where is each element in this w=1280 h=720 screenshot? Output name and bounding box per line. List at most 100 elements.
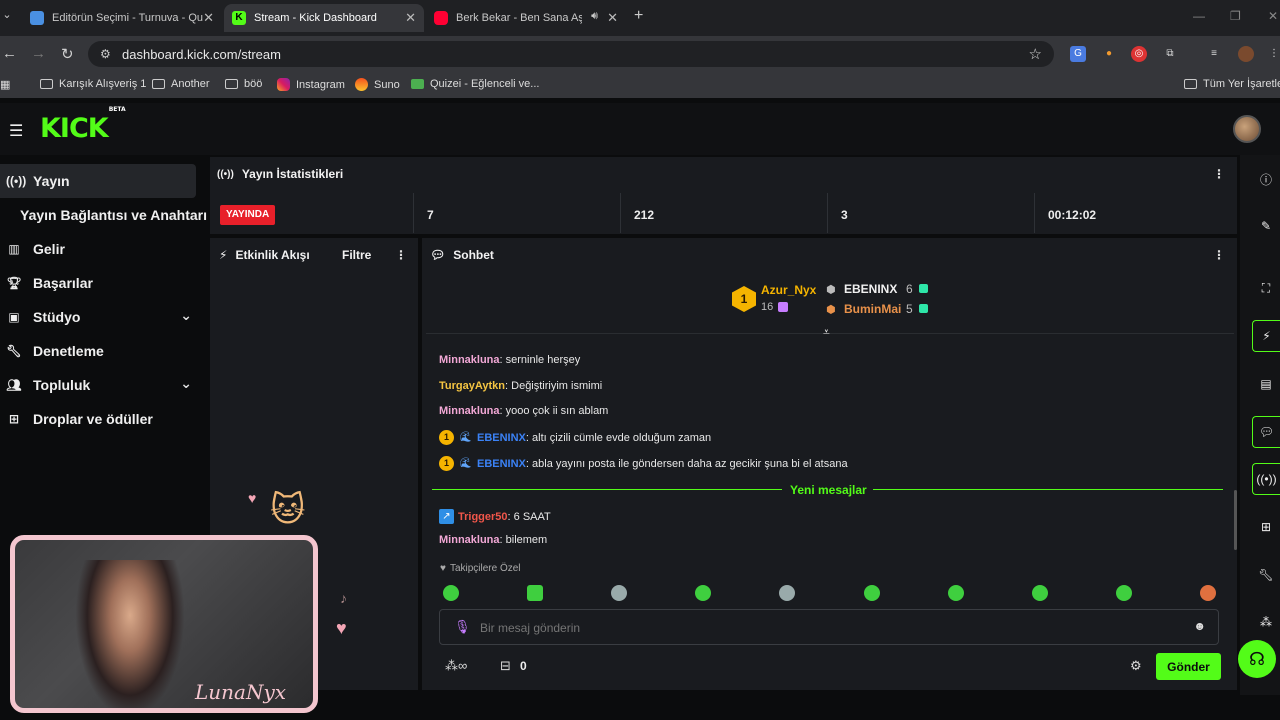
emote-icon[interactable] xyxy=(1116,585,1132,601)
new-tab-icon[interactable]: + xyxy=(634,7,643,25)
close-icon[interactable]: ✕ xyxy=(203,10,214,26)
chat-bubble-icon[interactable]: 💬︎ xyxy=(1252,416,1280,448)
activity-menu-icon[interactable]: ⋮ xyxy=(395,248,407,262)
chat-bubble-icon: 💬︎ xyxy=(430,248,446,262)
browser-menu-icon[interactable]: ⋮ xyxy=(1266,46,1280,62)
leader-name[interactable]: Azur_Nyx xyxy=(761,283,816,297)
studio-icon: ▣ xyxy=(8,310,20,324)
emoji-picker-icon[interactable]: ☻ xyxy=(1193,619,1206,633)
emote-icon[interactable] xyxy=(864,585,880,601)
tab-title: Editörün Seçimi - Turnuva - Qu xyxy=(52,12,204,24)
emote-icon[interactable] xyxy=(1200,585,1216,601)
chat-username[interactable]: Minnakluna xyxy=(439,354,500,366)
chat-settings-gear-icon[interactable]: ⚙ xyxy=(1130,658,1142,674)
microphone-icon[interactable]: 🎙︎ xyxy=(454,619,471,635)
chat-menu-icon[interactable]: ⋮ xyxy=(1213,248,1225,262)
bookmark-item[interactable]: Quizei - Eğlenceli ve... xyxy=(411,78,539,90)
stats-menu-icon[interactable]: ⋮ xyxy=(1213,167,1225,181)
second-name[interactable]: EBENINX xyxy=(844,282,897,296)
bookmark-item[interactable]: Another xyxy=(152,78,210,90)
sidebar-item-yayin[interactable]: ((•)) Yayın xyxy=(0,164,196,198)
stat-subs: 3 xyxy=(841,208,848,222)
music-note-icon: ♪ xyxy=(340,590,347,606)
third-name[interactable]: BuminMai xyxy=(844,302,901,316)
support-headset-icon[interactable]: ☊ xyxy=(1238,640,1276,678)
emote-icon[interactable] xyxy=(443,585,459,601)
sidebar-item-studyo[interactable]: ▣ Stüdyo ⌄ xyxy=(0,300,196,334)
emote-icon[interactable] xyxy=(611,585,627,601)
bookmark-item[interactable]: Karışık Alışveriş 1 xyxy=(40,78,146,90)
apps-grid-icon[interactable]: ▦ xyxy=(0,78,10,91)
emote-icon[interactable] xyxy=(779,585,795,601)
minimize-icon[interactable]: — xyxy=(1193,9,1205,23)
focus-icon[interactable]: ⛶ xyxy=(1252,272,1280,304)
extensions-puzzle-icon[interactable]: ⧉ xyxy=(1162,46,1178,62)
reload-icon[interactable]: ↻ xyxy=(61,45,74,63)
heart-icon: ♥ xyxy=(248,490,257,506)
site-info-icon[interactable]: ⚙ xyxy=(100,47,111,61)
sidebar-item-stream-key[interactable]: Yayın Bağlantısı ve Anahtarı xyxy=(0,198,208,232)
bookmark-item[interactable]: Instagram xyxy=(277,78,345,91)
gift-icon: ⊞ xyxy=(8,412,20,426)
store-icon[interactable]: ⊟ xyxy=(500,658,511,674)
info-icon[interactable]: ⓘ xyxy=(1252,163,1280,195)
extension-icon[interactable]: ◎ xyxy=(1131,46,1147,62)
sidebar-item-gelir[interactable]: ▥ Gelir xyxy=(0,232,196,266)
sidebar-item-droplar[interactable]: ⊞ Droplar ve ödüller xyxy=(0,402,196,436)
back-icon[interactable]: ← xyxy=(2,45,17,62)
media-control-icon[interactable]: ≡ xyxy=(1206,46,1222,62)
maximize-icon[interactable]: ❐ xyxy=(1230,9,1241,23)
emote-icon[interactable] xyxy=(695,585,711,601)
edit-pencil-icon[interactable]: ✎ xyxy=(1252,210,1280,242)
bookmark-item[interactable]: Suno xyxy=(355,78,400,91)
filter-button[interactable]: Filtre xyxy=(342,248,371,262)
browser-tab-active[interactable]: K Stream - Kick Dashboard ✕ xyxy=(224,4,424,32)
url-bar[interactable]: ⚙ dashboard.kick.com/stream ☆ xyxy=(88,41,1054,67)
hamburger-menu-icon[interactable]: ☰ xyxy=(9,121,23,141)
notes-icon[interactable]: ▤ xyxy=(1252,368,1280,400)
chat-username[interactable]: Minnakluna xyxy=(439,405,500,417)
close-icon[interactable]: ✕ xyxy=(405,10,416,26)
chevron-down-icon[interactable]: ⌄ xyxy=(180,375,192,392)
bookmark-star-icon[interactable]: ☆ xyxy=(1029,45,1042,63)
speaker-icon[interactable]: 🔊︎ xyxy=(591,10,598,23)
divider xyxy=(432,489,782,490)
emote-icon[interactable] xyxy=(948,585,964,601)
profile-avatar-icon[interactable] xyxy=(1238,46,1254,62)
nodes-icon[interactable]: ⁂ xyxy=(1252,606,1280,638)
sidebar-item-basarilar[interactable]: 🏆︎ Başarılar xyxy=(0,266,196,300)
chat-username[interactable]: Trigger50 xyxy=(458,511,508,523)
layout-icon[interactable]: ⊞ xyxy=(1252,511,1280,543)
browser-tab[interactable]: Editörün Seçimi - Turnuva - Qu ✕ xyxy=(22,4,222,32)
chat-username[interactable]: EBENINX xyxy=(477,432,526,444)
emote-icon[interactable] xyxy=(1032,585,1048,601)
lightning-icon[interactable]: ⚡︎ xyxy=(1252,320,1280,352)
chat-username[interactable]: TurgayAytkn xyxy=(439,380,505,392)
browser-tab[interactable]: Berk Bekar - Ben Sana Aşık 🔊︎ ✕ xyxy=(426,4,626,32)
sidebar-item-denetleme[interactable]: 🔧︎ Denetleme xyxy=(0,334,196,368)
emote-icon[interactable] xyxy=(527,585,543,601)
translate-extension-icon[interactable]: G xyxy=(1070,46,1086,62)
close-icon[interactable]: ✕ xyxy=(607,10,618,26)
chat-message-input[interactable] xyxy=(480,618,1180,638)
all-bookmarks[interactable]: Tüm Yer İşaretleri xyxy=(1184,78,1280,90)
send-button[interactable]: Gönder xyxy=(1156,653,1221,680)
extension-icon[interactable]: ● xyxy=(1101,46,1117,62)
wrench-icon[interactable]: 🔧︎ xyxy=(1252,559,1280,591)
chevron-down-icon[interactable]: ⌄ xyxy=(180,307,192,324)
kick-logo[interactable]: KICKBETA xyxy=(40,106,126,144)
sidebar-item-topluluk[interactable]: 👥︎ Topluluk ⌄ xyxy=(0,368,196,402)
new-messages-label: Yeni mesajlar xyxy=(790,483,867,497)
divider xyxy=(873,489,1223,490)
tab-search-icon[interactable]: ⌄ xyxy=(0,8,14,21)
chat-scrollbar[interactable] xyxy=(1234,490,1237,550)
collapse-leaderboard-icon[interactable]: ⩡ xyxy=(823,325,830,340)
chat-username[interactable]: EBENINX xyxy=(477,458,526,470)
close-window-icon[interactable]: ✕ xyxy=(1268,9,1278,23)
bookmark-item[interactable]: böö xyxy=(225,78,262,90)
user-avatar[interactable] xyxy=(1233,115,1261,143)
broadcast-icon[interactable]: ((•)) xyxy=(1252,463,1280,495)
chat-username[interactable]: Minnakluna xyxy=(439,534,500,546)
forward-icon[interactable]: → xyxy=(31,45,46,62)
channel-points-icon[interactable]: ⁂∞ xyxy=(445,658,467,674)
